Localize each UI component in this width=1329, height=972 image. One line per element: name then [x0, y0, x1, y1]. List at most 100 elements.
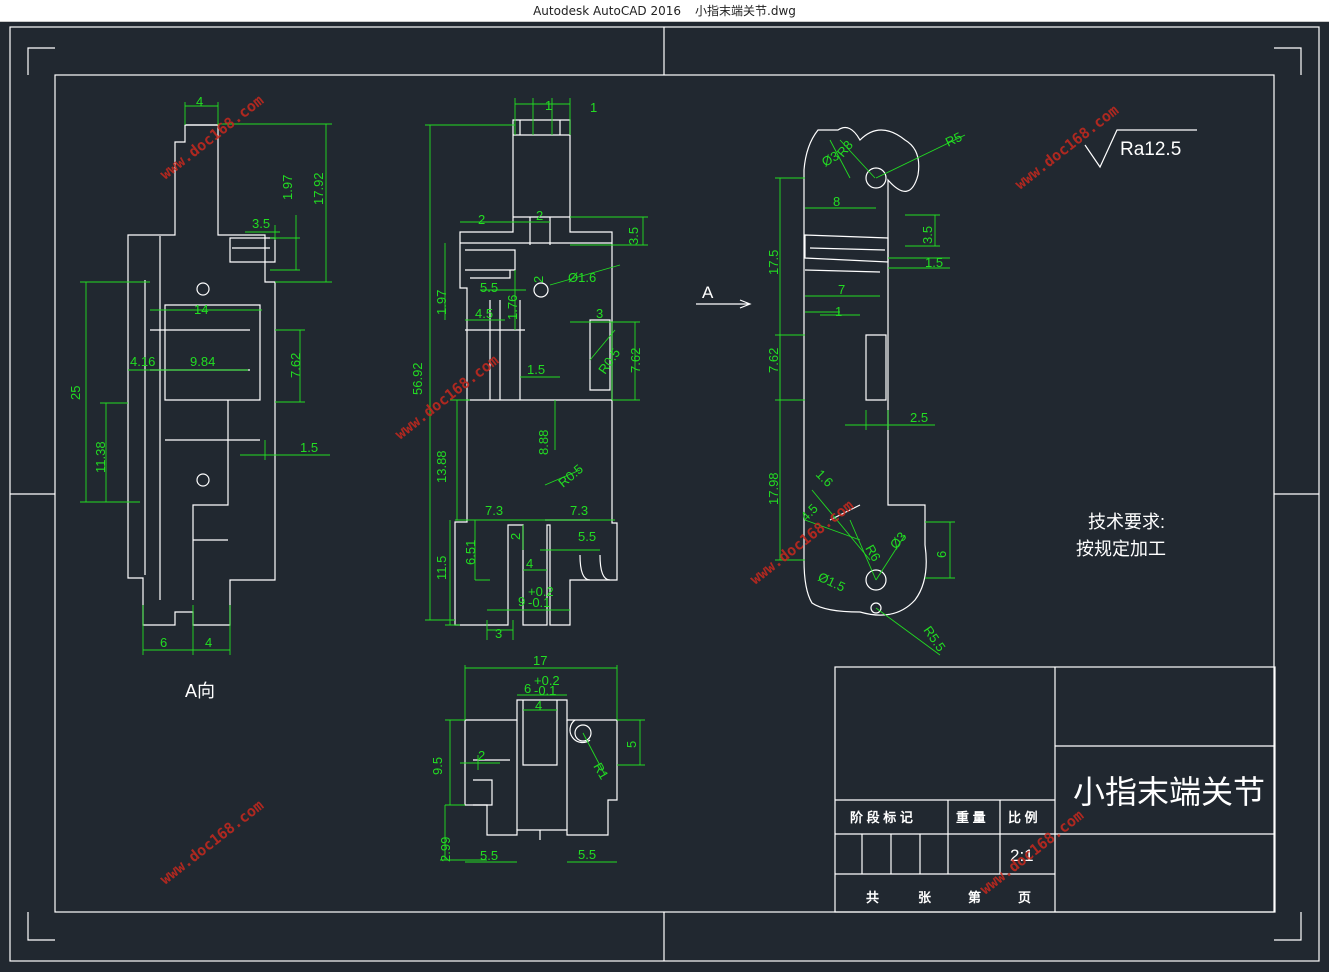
title-stage: 阶 段 标 记 — [850, 810, 913, 825]
dim-t9: R1 — [590, 760, 611, 782]
dim-a10: 11.38 — [93, 441, 108, 473]
dim-f23: 5.5 — [578, 529, 596, 544]
dim-f17: 8.88 — [536, 430, 551, 455]
dim-f10: 1.76 — [505, 295, 520, 320]
dim-f7: 2 — [531, 276, 546, 283]
view-bottom: 17 6 +0.2 -0.1 4 9.5 2 5 R1 2.99 5.5 5.5 — [430, 653, 645, 863]
dim-a7: 9.84 — [190, 354, 215, 369]
dim-a13: 4 — [205, 635, 212, 650]
roughness-symbol: Ra12.5 — [1084, 129, 1197, 169]
dim-t1: 17 — [533, 653, 547, 668]
watermark: www.doc168.com — [156, 91, 267, 183]
dim-f4: 2 — [536, 208, 543, 223]
dim-s18: Ø1.5 — [816, 569, 848, 595]
dim-f6: Ø1.6 — [568, 270, 596, 285]
dim-a8: 7.62 — [288, 353, 303, 378]
dim-s15: R6 — [862, 542, 883, 564]
dim-f11: 4.5 — [475, 306, 493, 321]
dim-f9: 5.5 — [480, 280, 498, 295]
title-number: 第 — [968, 890, 981, 905]
dim-s11: 2.5 — [910, 410, 928, 425]
dim-a9: 25 — [68, 386, 83, 400]
window-title-bar: Autodesk AutoCAD 2016 小指末端关节.dwg — [0, 0, 1329, 22]
dim-a11: 1.5 — [300, 440, 318, 455]
dim-f3: 2 — [478, 212, 485, 227]
dim-t11: 5.5 — [480, 848, 498, 863]
view-a-arrow-label: A — [702, 283, 714, 302]
dim-f21: 7.3 — [570, 503, 588, 518]
watermark: www.doc168.com — [156, 796, 267, 888]
view-side-profile: R8 Ø3 R5 8 3.5 17.5 1.5 7 1 7.62 2.5 1.6… — [696, 127, 966, 656]
dim-f12: 3 — [596, 306, 603, 321]
dim-a5: 14 — [194, 302, 208, 317]
dim-t4: -0.1 — [534, 683, 556, 698]
dim-a12: 6 — [160, 635, 167, 650]
dim-f26: 11.5 — [434, 556, 449, 580]
dim-t2: 6 — [524, 681, 531, 696]
watermark: www.doc168.com — [1011, 101, 1122, 193]
dim-f18: R0.5 — [555, 461, 586, 490]
title-page: 页 — [1018, 890, 1031, 905]
dim-f2: 1 — [590, 100, 597, 115]
dim-a6: 4.16 — [130, 354, 155, 369]
technical-requirements: 技术要求: 按规定加工 — [1076, 512, 1166, 559]
dim-f15: 1.5 — [527, 362, 545, 377]
file-name: 小指末端关节.dwg — [695, 4, 796, 18]
title-weight: 重 量 — [956, 810, 986, 825]
dim-s16: Ø3 — [887, 529, 910, 552]
dim-f1: 1 — [545, 98, 552, 113]
watermarks: www.doc168.com www.doc168.com www.doc168… — [156, 91, 1122, 898]
title-total: 共 — [866, 890, 879, 905]
dim-f27: 9 — [518, 594, 525, 609]
dim-a4: 3.5 — [252, 216, 270, 231]
title-scale-label: 比 例 — [1008, 810, 1038, 825]
dim-s17: 6 — [934, 551, 949, 558]
title-sheets: 张 — [918, 890, 932, 905]
dim-t12: 5.5 — [578, 847, 596, 862]
dim-s4: 8 — [833, 194, 840, 209]
roughness-value: Ra12.5 — [1120, 139, 1181, 160]
drawing-svg[interactable]: 4 1.97 17.92 3.5 14 4.16 9.84 7.62 25 11… — [0, 22, 1329, 968]
dim-f29: -0.1 — [528, 595, 550, 610]
dim-s3: R5 — [943, 129, 964, 150]
dim-f25: 4 — [526, 556, 533, 571]
dim-f14: 7.62 — [628, 348, 643, 373]
dim-f24: 6.51 — [463, 540, 478, 565]
tech-title: 技术要求: — [1088, 512, 1165, 532]
dim-t8: 5 — [624, 741, 639, 748]
dim-a1: 4 — [196, 94, 203, 109]
dim-s13: 17.98 — [766, 472, 781, 505]
dim-t5: 4 — [535, 698, 542, 713]
view-a-direction: 4 1.97 17.92 3.5 14 4.16 9.84 7.62 25 11… — [68, 94, 332, 701]
dim-t6: 9.5 — [430, 757, 445, 775]
drawing-canvas[interactable]: 4 1.97 17.92 3.5 14 4.16 9.84 7.62 25 11… — [0, 22, 1329, 968]
dim-a2: 1.97 — [280, 175, 295, 200]
dim-t7: 2 — [478, 748, 485, 763]
dim-a3: 17.92 — [311, 172, 326, 205]
dim-s9: 1 — [835, 304, 842, 319]
dim-f30: 3 — [495, 626, 502, 641]
dim-f20: 7.3 — [485, 503, 503, 518]
dim-s6: 17.5 — [766, 250, 781, 275]
dim-t10: 2.99 — [438, 837, 453, 862]
watermark: www.doc168.com — [391, 351, 502, 443]
dim-f8: 1.97 — [434, 290, 449, 315]
app-name: Autodesk AutoCAD 2016 — [533, 3, 682, 18]
dim-f13: R0.5 — [595, 346, 623, 377]
dim-s10: 7.62 — [766, 348, 781, 373]
dim-s19: R5.5 — [921, 623, 949, 654]
dim-s5: 3.5 — [920, 226, 935, 244]
dim-s12: 1.6 — [813, 467, 836, 490]
dim-f16: 56.92 — [410, 362, 425, 395]
dim-s7: 1.5 — [925, 255, 943, 270]
title-block: 小指末端关节 阶 段 标 记 重 量 比 例 2:1 共 张 第 页 — [834, 666, 1276, 913]
view-front: 1 1 2 2 3.5 Ø1.6 2 1.97 5.5 1.76 4.5 3 R… — [410, 98, 648, 641]
dim-s8: 7 — [838, 282, 845, 297]
dim-f5: 3.5 — [626, 227, 641, 245]
title-part-name: 小指末端关节 — [1073, 774, 1265, 810]
view-a-label: A向 — [185, 681, 215, 701]
drawing-frame — [9, 26, 1320, 962]
tech-body: 按规定加工 — [1076, 539, 1166, 559]
dim-f19: 13.88 — [434, 450, 449, 483]
dim-f22: 2 — [508, 533, 523, 540]
